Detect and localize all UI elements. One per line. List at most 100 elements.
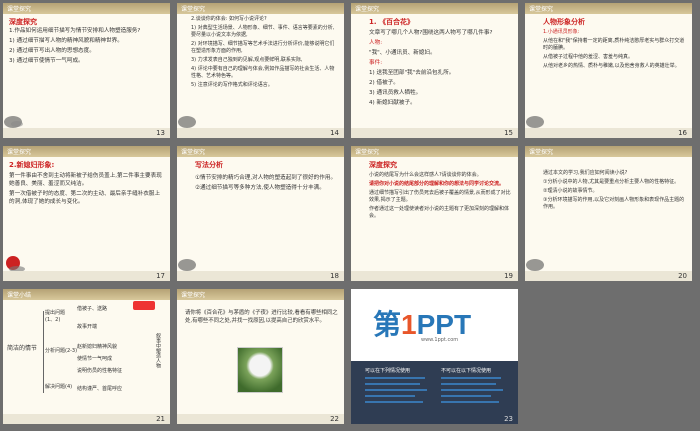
- slide-body: 1.小通讯员形象: 从他在和"我"保持着一定的距离,质朴纯洁憨厚老实与群众打交道…: [543, 29, 686, 72]
- slide-footer: [351, 271, 518, 281]
- slide-body: 1.作品如何运用细节描写为情节安排和人物塑造服务? 1) 通过细节描写人物的精神…: [9, 27, 164, 67]
- slide-header-bar: 课堂探究: [525, 3, 692, 14]
- list-item: 5) 注意评论的写作格式和评论语言。: [191, 82, 273, 88]
- diagram-side-label: 叙事中塑造人物: [155, 333, 161, 368]
- slide-number: 16: [678, 129, 687, 137]
- slide-footer: [3, 271, 170, 281]
- list-item: ①情节安排的精巧合理,对人物的塑造起到了很好的作用。: [195, 175, 337, 181]
- slide-thumbnail-19[interactable]: 课堂探究 深度探究 小说的结尾写为什么会这样感人?请谈谈你的体会。 请把你对小说…: [351, 146, 518, 281]
- diagram-leaf: 使情节一气呵成: [77, 356, 113, 362]
- slide-header-bar: 课堂探究: [351, 146, 518, 157]
- list-item: 第一件事由不舍到主动将新被子给伤员盖上,第二件事主要表现她善良、美丽、羞涩而又纯…: [9, 173, 162, 187]
- slide-header-bar: 课堂探究: [3, 3, 170, 14]
- info-column-title: 可以在下列情况使用: [365, 368, 411, 374]
- list-item: 请把你对小说的结尾部分的理解和你的想法与同学讨论交流。: [369, 181, 505, 187]
- slide-header-bar: 课堂探究: [177, 146, 344, 157]
- slide-footer: [177, 414, 344, 424]
- diagram-root-label: 简洁的情节: [7, 345, 38, 352]
- list-item: 通过细节描写引出了伤员死去后被子覆盖的情景,从而形成了对比效果,揭示了主题。: [369, 190, 511, 203]
- list-item: 小说的结尾写为什么会这样感人?请谈谈你的体会。: [369, 172, 482, 178]
- slide-thumbnail-16[interactable]: 课堂探究 人物形象分析 1.小通讯员形象: 从他在和"我"保持着一定的距离,质朴…: [525, 3, 692, 138]
- list-item: 2) 通过细节写出人物的思想态度。: [9, 48, 95, 54]
- diagram-node: 解决问题(4): [45, 384, 73, 390]
- slide-body: 文章写了哪几个人物?围绕这两人物写了哪几件事? 人物: "我"、小通讯员、新媳妇…: [369, 29, 512, 109]
- ink-painting-decoration: [526, 259, 544, 271]
- list-item: 人物:: [369, 40, 383, 46]
- list-item: ①分析小说中的人物,尤其是要重点分析主要人物的性格特征。: [543, 179, 680, 185]
- diagram-node: 提出问题(1、2): [45, 310, 66, 323]
- list-item: 通过本文的学习,我们应如何阅读小说?: [543, 170, 628, 176]
- slide-header-bar: 课堂探究: [177, 289, 344, 300]
- slide-number: 19: [504, 272, 513, 280]
- diagram-leaf: 说明伤员的性格特征: [77, 368, 123, 374]
- list-item: 3) 通讯员救人牺牲。: [369, 90, 422, 96]
- logo-area: 第1PPT www.1ppt.com: [351, 289, 518, 361]
- list-item: 从他在和"我"保持着一定的距离,质朴纯洁憨厚老实与群众打交道时的腼腆。: [543, 38, 685, 51]
- slide-body: 小说的结尾写为什么会这样感人?请谈谈你的体会。 请把你对小说的结尾部分的理解和你…: [369, 172, 512, 222]
- slide-number: 18: [330, 272, 339, 280]
- info-column-title: 不可以在以下情况使用: [441, 368, 492, 374]
- list-item: 文章写了哪几个人物?围绕这两人物写了哪几件事?: [369, 30, 493, 36]
- slide-footer: [351, 128, 518, 138]
- slide-body: ①情节安排的精巧合理,对人物的塑造起到了很好的作用。 ②通过细节描写等多种方法,…: [195, 174, 338, 194]
- slide-header-bar: 课堂探究: [3, 146, 170, 157]
- slide-number: 21: [156, 415, 165, 423]
- list-item: ②理清小说的故事情节。: [543, 188, 598, 194]
- diagram-leaf: 借被子、送路: [77, 306, 108, 312]
- slide-thumbnail-22[interactable]: 课堂探究 请你将《百合花》与茅盾的《子夜》进行比较,看看有哪些相同之处,有哪些不…: [177, 289, 344, 424]
- list-item: 2.谈谈你的体会: 如何写小说评论?: [191, 16, 267, 22]
- diagram-bracket: [43, 311, 44, 393]
- list-item: 作者通过这一处理使读者对小说的主题有了更加深刻的理解和体会。: [369, 206, 510, 219]
- list-item: 1.小通讯员形象:: [543, 29, 580, 35]
- slide-footer: [3, 414, 170, 424]
- red-badge-icon: [133, 301, 155, 310]
- list-item: 从他对老乡的热情、质朴与稚嫩,以及他舍身救人的英雄壮举。: [543, 63, 680, 69]
- slide-thumbnail-15[interactable]: 课堂探究 1. 《百合花》 文章写了哪几个人物?围绕这两人物写了哪几件事? 人物…: [351, 3, 518, 138]
- slide-thumbnail-14[interactable]: 课堂探究 2.谈谈你的体会: 如何写小说评论? 1) 对典型生活场景、人物形象、…: [177, 3, 344, 138]
- diagram-leaf: 结构谨严、首尾呼应: [77, 386, 123, 392]
- slide-number: 20: [678, 272, 687, 280]
- slide-number: 17: [156, 272, 165, 280]
- slide-thumbnail-20[interactable]: 课堂探究 通过本文的学习,我们应如何阅读小说? ①分析小说中的人物,尤其是要重点…: [525, 146, 692, 281]
- summary-diagram: 简洁的情节 提出问题(1、2) 分析问题(2-3) 解决问题(4) 借被子、送路…: [7, 303, 166, 410]
- slide-number: 23: [504, 415, 513, 423]
- list-item: ②通过细节描写等多种方法,使人物塑造得十分丰满。: [195, 185, 325, 191]
- slide-thumbnail-13[interactable]: 课堂探究 深度探究 1.作品如何运用细节描写为情节安排和人物塑造服务? 1) 通…: [3, 3, 170, 138]
- slide-footer: [3, 128, 170, 138]
- slide-number: 15: [504, 129, 513, 137]
- slide-body: 请你将《百合花》与茅盾的《子夜》进行比较,看看有哪些相同之处,有哪些不同之处,并…: [185, 309, 338, 327]
- diagram-leaf: 故事开端: [77, 324, 98, 330]
- list-item: 3) 通过细节使情节一气呵成。: [9, 58, 84, 64]
- ink-painting-decoration: [526, 116, 544, 128]
- slide-body: 通过本文的学习,我们应如何阅读小说? ①分析小说中的人物,尤其是要重点分析主要人…: [543, 170, 686, 213]
- ink-painting-decoration: [6, 256, 25, 272]
- list-item: 从借被子过程中他的羞涩、害羞与纯真。: [543, 54, 634, 60]
- slide-thumbnail-21[interactable]: 课堂小结 简洁的情节 提出问题(1、2) 分析问题(2-3) 解决问题(4) 借…: [3, 289, 170, 424]
- list-item: 2) 对环境描写、细节描写等艺术手法进行分析评价,能够说明它们在塑造形象方面的作…: [191, 41, 335, 54]
- slide-header-bar: 课堂探究: [177, 3, 344, 14]
- slide-footer: [177, 271, 344, 281]
- ink-painting-decoration: [178, 116, 196, 128]
- info-link-lines: [365, 377, 503, 403]
- slide-footer: [177, 128, 344, 138]
- brand-url: www.1ppt.com: [421, 337, 459, 343]
- slide-number: 22: [330, 415, 339, 423]
- slide-thumbnail-18[interactable]: 课堂探究 写法分析 ①情节安排的精巧合理,对人物的塑造起到了很好的作用。 ②通过…: [177, 146, 344, 281]
- slide-question: 1.作品如何运用细节描写为情节安排和人物塑造服务?: [9, 28, 141, 34]
- list-item: 1) 对典型生活场景、人物形象、细节、事件、语言等要素的分析,要尽量以小说文本为…: [191, 25, 335, 38]
- slide-number: 13: [156, 129, 165, 137]
- list-item: 4) 新媳妇献被子。: [369, 100, 416, 106]
- ink-painting-decoration: [178, 259, 196, 271]
- slide-header-bar: 课堂探究: [525, 146, 692, 157]
- slide-body: 第一件事由不舍到主动将新被子给伤员盖上,第二件事主要表现她善良、美丽、羞涩而又纯…: [9, 172, 164, 208]
- ink-painting-decoration: [4, 116, 23, 128]
- list-item: "我"、小通讯员、新媳妇。: [369, 50, 436, 56]
- list-item: 1) 通过细节描写人物的精神风貌和精神世界。: [9, 38, 123, 44]
- slide-section-title: 人物形象分析: [543, 18, 585, 26]
- slide-thumbnail-17[interactable]: 课堂探究 2.新媳妇形象: 第一件事由不舍到主动将新被子给伤员盖上,第二件事主要…: [3, 146, 170, 281]
- slide-paragraph: 请你将《百合花》与茅盾的《子夜》进行比较,看看有哪些相同之处,有哪些不同之处,并…: [185, 310, 338, 324]
- list-item: 1) 送我至团部"我"去前沿包扎所。: [369, 70, 455, 76]
- slide-thumbnail-23[interactable]: 第1PPT www.1ppt.com 可以在下列情况使用 不可以在以下情况使用 …: [351, 289, 518, 424]
- diagram-node: 分析问题(2-3): [45, 348, 78, 354]
- slide-section-title: 2.新媳妇形象:: [9, 161, 55, 169]
